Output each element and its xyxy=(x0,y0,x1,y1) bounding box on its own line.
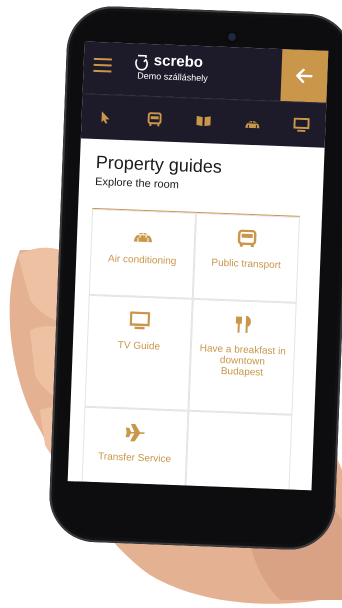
toolbar-pointer-button[interactable] xyxy=(85,99,126,137)
guide-label: Public transport xyxy=(211,257,282,272)
guide-breakfast[interactable]: Have a breakfast in downtown Budapest xyxy=(188,298,297,415)
toolbar-monitor-button[interactable] xyxy=(280,106,321,144)
front-camera xyxy=(228,33,236,41)
brand-subtitle: Demo szálláshely xyxy=(137,70,208,84)
back-button[interactable] xyxy=(280,49,329,103)
tv-icon xyxy=(129,311,151,330)
guide-public-transport[interactable]: Public transport xyxy=(192,212,300,303)
guide-tv-guide[interactable]: TV Guide xyxy=(84,294,193,411)
monitor-icon xyxy=(292,117,310,133)
guide-label: Have a breakfast in downtown Budapest xyxy=(199,343,287,379)
guide-label: Air conditioning xyxy=(107,253,177,268)
guide-empty-cell xyxy=(184,410,293,491)
arrow-left-icon xyxy=(296,68,313,84)
toolbar-bus-button[interactable] xyxy=(134,100,175,138)
guide-air-conditioning[interactable]: Air conditioning xyxy=(88,208,197,299)
bus-icon xyxy=(147,112,162,127)
app-header: screbo Demo szálláshely xyxy=(82,41,329,103)
igloo-icon xyxy=(133,232,152,243)
toolbar-igloo-button[interactable] xyxy=(232,104,273,142)
phone-screen: screbo Demo szálláshely Property guides … xyxy=(67,41,329,491)
book-icon xyxy=(196,115,211,127)
guide-label: Transfer Service xyxy=(97,451,172,466)
guide-transfer-service[interactable]: Transfer Service xyxy=(80,406,189,491)
category-toolbar xyxy=(80,93,327,148)
plane-icon xyxy=(125,423,145,442)
guides-grid: Air conditioning Public transport TV Gui… xyxy=(80,207,300,491)
toolbar-book-button[interactable] xyxy=(183,102,224,140)
hamburger-menu-icon[interactable] xyxy=(93,57,112,73)
screbo-logo-icon xyxy=(135,54,148,71)
brand-name: screbo xyxy=(153,52,204,72)
igloo-icon xyxy=(245,120,260,129)
page-title: Property guides xyxy=(95,152,223,177)
cutlery-icon xyxy=(235,315,251,333)
guide-label: TV Guide xyxy=(117,339,161,353)
bus-icon xyxy=(237,229,257,248)
page-subtitle: Explore the room xyxy=(94,175,180,192)
pointer-icon xyxy=(101,111,110,124)
